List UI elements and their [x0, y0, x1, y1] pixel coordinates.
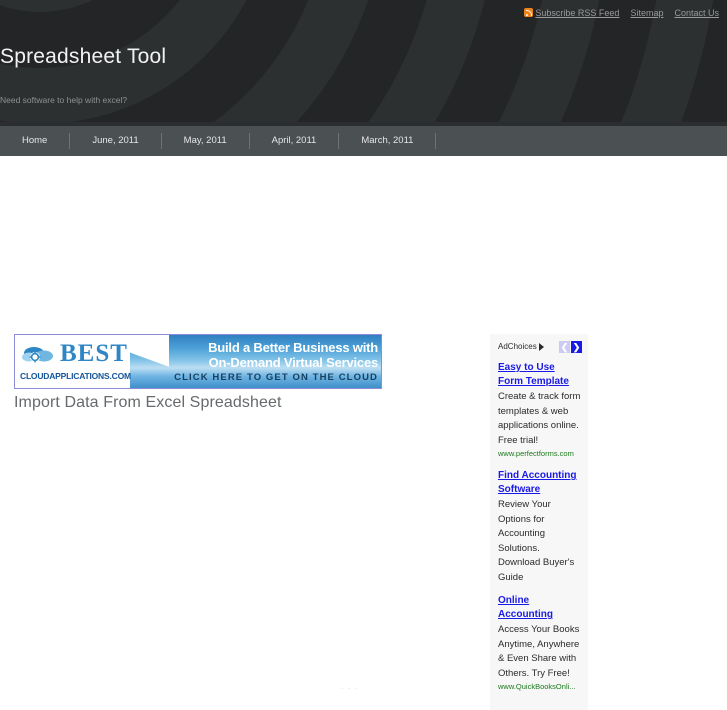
banner-brand-area: BEST CLOUDAPPLICATIONS.COM: [15, 335, 131, 388]
subscribe-rss-feed-link[interactable]: Subscribe RSS Feed: [535, 8, 619, 18]
sitemap-link[interactable]: Sitemap: [630, 8, 663, 18]
adchoices-row: AdChoices ❮ ❯: [498, 340, 582, 353]
nav-item-march-2011[interactable]: March, 2011: [339, 126, 435, 156]
header-top-links: Subscribe RSS Feed Sitemap Contact Us: [524, 7, 719, 19]
carousel-next-icon[interactable]: ❯: [571, 340, 582, 353]
bottom-cropped-text: [14, 696, 314, 701]
banner-headline-line2: On-Demand Virtual Services: [208, 355, 379, 370]
sidebar-ad-url: www.QuickBooksOnli...: [498, 682, 576, 691]
rss-icon: [524, 8, 534, 17]
sidebar-ad-title[interactable]: Find Accounting Software: [498, 469, 582, 497]
nav-item-may-2011[interactable]: May, 2011: [162, 126, 249, 156]
main-navigation: Home June, 2011 May, 2011 April, 2011 Ma…: [0, 126, 727, 156]
sidebar-ad-url: www.perfectforms.com: [498, 449, 574, 458]
ad-carousel-controls: ❮ ❯: [559, 340, 582, 353]
sidebar-ad-description: Create & track form templates & web appl…: [498, 391, 581, 446]
sidebar-ad-item: Online Accounting Access Your Books Anyt…: [498, 594, 582, 693]
site-header: Subscribe RSS Feed Sitemap Contact Us Spre…: [0, 0, 727, 122]
loading-dots: · · ·: [341, 684, 359, 693]
banner-brand-domain: CLOUDAPPLICATIONS.COM: [20, 371, 131, 381]
banner-headline-line1: Build a Better Business with: [208, 340, 378, 355]
sidebar-ad-item: Find Accounting Software Review Your Opt…: [498, 469, 582, 585]
site-tagline: Need software to help with excel?: [0, 95, 128, 105]
page-body: BEST CLOUDAPPLICATIONS.COM Build a Bette…: [0, 156, 727, 710]
banner-cta-text: CLICK HERE TO GET ON THE CLOUD: [174, 372, 378, 383]
sidebar-ad-description: Access Your Books Anytime, Anywhere & Ev…: [498, 624, 580, 679]
nav-divider: [435, 133, 437, 149]
adchoices-label[interactable]: AdChoices: [498, 342, 537, 351]
banner-ad[interactable]: BEST CLOUDAPPLICATIONS.COM Build a Bette…: [14, 334, 382, 389]
cloud-gear-icon: [22, 347, 53, 363]
adchoices-triangle-icon[interactable]: [538, 342, 544, 351]
nav-item-april-2011[interactable]: April, 2011: [250, 126, 339, 156]
site-title: Spreadsheet Tool: [0, 45, 167, 68]
carousel-prev-icon[interactable]: ❮: [559, 340, 570, 353]
banner-brand-name: BEST: [60, 340, 128, 367]
contact-us-link[interactable]: Contact Us: [674, 8, 719, 18]
sidebar-ad-description: Review Your Options for Accounting Solut…: [498, 499, 575, 583]
banner-headline: Build a Better Business with On-Demand V…: [138, 340, 378, 370]
sidebar-ad-block: AdChoices ❮ ❯ Easy to Use Form Template …: [490, 334, 588, 710]
nav-item-home[interactable]: Home: [0, 126, 69, 156]
sidebar-ad-item: Easy to Use Form Template Create & track…: [498, 361, 582, 460]
sidebar-ad-title[interactable]: Online Accounting: [498, 594, 582, 622]
nav-item-june-2011[interactable]: June, 2011: [70, 126, 160, 156]
sidebar-ad-title[interactable]: Easy to Use Form Template: [498, 361, 582, 389]
post-title: Import Data From Excel Spreadsheet: [14, 394, 282, 411]
